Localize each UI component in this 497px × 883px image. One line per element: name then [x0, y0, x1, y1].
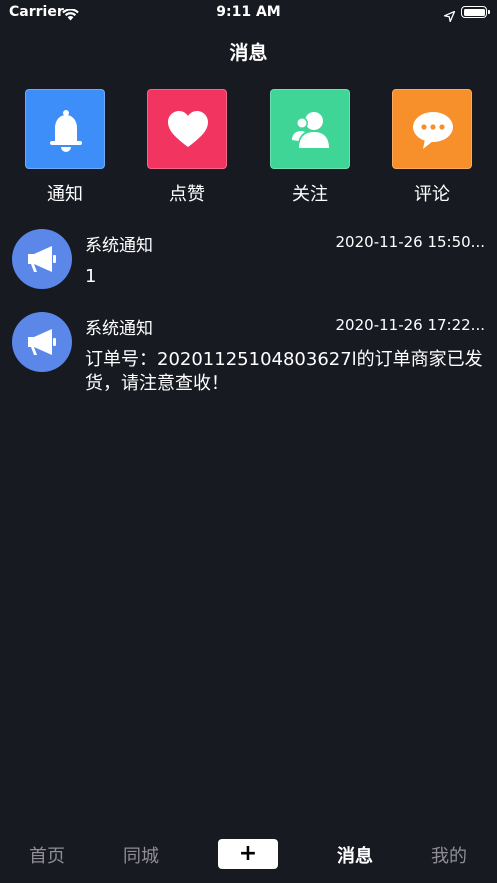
category-label: 关注	[292, 184, 328, 205]
category-label: 评论	[414, 184, 450, 205]
bell-icon	[50, 110, 82, 152]
chat-bubble-icon	[413, 112, 453, 149]
message-title: 系统通知	[85, 236, 153, 256]
category-likes-tile[interactable]	[147, 89, 227, 169]
category-comments[interactable]: 评论	[392, 89, 472, 206]
category-comments-tile[interactable]	[392, 89, 472, 169]
tab-home[interactable]: 首页	[12, 842, 82, 868]
add-post-button[interactable]: +	[218, 839, 278, 869]
message-title: 系统通知	[85, 319, 153, 339]
message-time: 2020-11-26 17:22...	[335, 316, 485, 334]
location-arrow-icon	[443, 7, 456, 26]
message-body: 订单号：20201125104803627l的订单商家已发货，请注意查收！	[85, 349, 483, 394]
users-icon	[292, 112, 329, 148]
message-avatar	[12, 229, 72, 289]
megaphone-icon	[28, 329, 56, 355]
category-notifications-tile[interactable]	[25, 89, 105, 169]
tab-bar: 首页 同城 + 消息 我的	[0, 830, 497, 883]
tab-profile[interactable]: 我的	[414, 842, 484, 868]
category-label: 通知	[47, 184, 83, 205]
tab-messages[interactable]: 消息	[320, 842, 390, 868]
battery-full-icon	[461, 6, 490, 18]
status-time: 9:11 AM	[216, 4, 281, 20]
category-follows-tile[interactable]	[270, 89, 350, 169]
message-avatar	[12, 312, 72, 372]
status-bar: Carrier 9:11 AM	[0, 0, 497, 26]
category-likes[interactable]: 点赞	[147, 89, 227, 206]
heart-icon	[168, 111, 208, 147]
tab-city[interactable]: 同城	[106, 842, 176, 868]
message-body: 1	[85, 266, 97, 287]
category-label: 点赞	[169, 184, 205, 205]
category-follows[interactable]: 关注	[270, 89, 350, 206]
megaphone-icon	[28, 246, 56, 272]
page-title: 消息	[229, 42, 268, 64]
message-item[interactable]: 系统通知 2020-11-26 17:22... 订单号：20201125104…	[0, 311, 497, 401]
message-time: 2020-11-26 15:50...	[335, 233, 485, 251]
message-item[interactable]: 系统通知 2020-11-26 15:50... 1	[0, 228, 497, 298]
category-notifications[interactable]: 通知	[25, 89, 105, 206]
